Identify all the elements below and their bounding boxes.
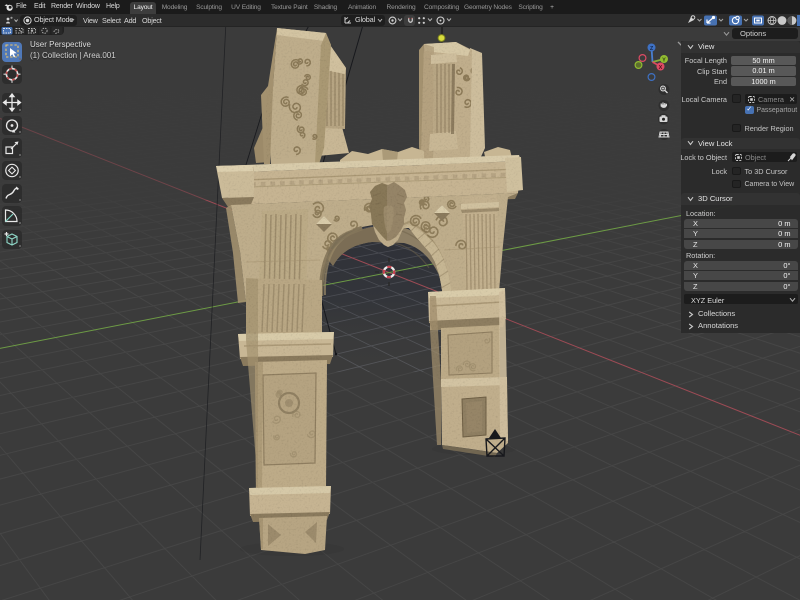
svg-text:Y: Y <box>662 58 666 64</box>
svg-text:X: X <box>659 65 663 71</box>
